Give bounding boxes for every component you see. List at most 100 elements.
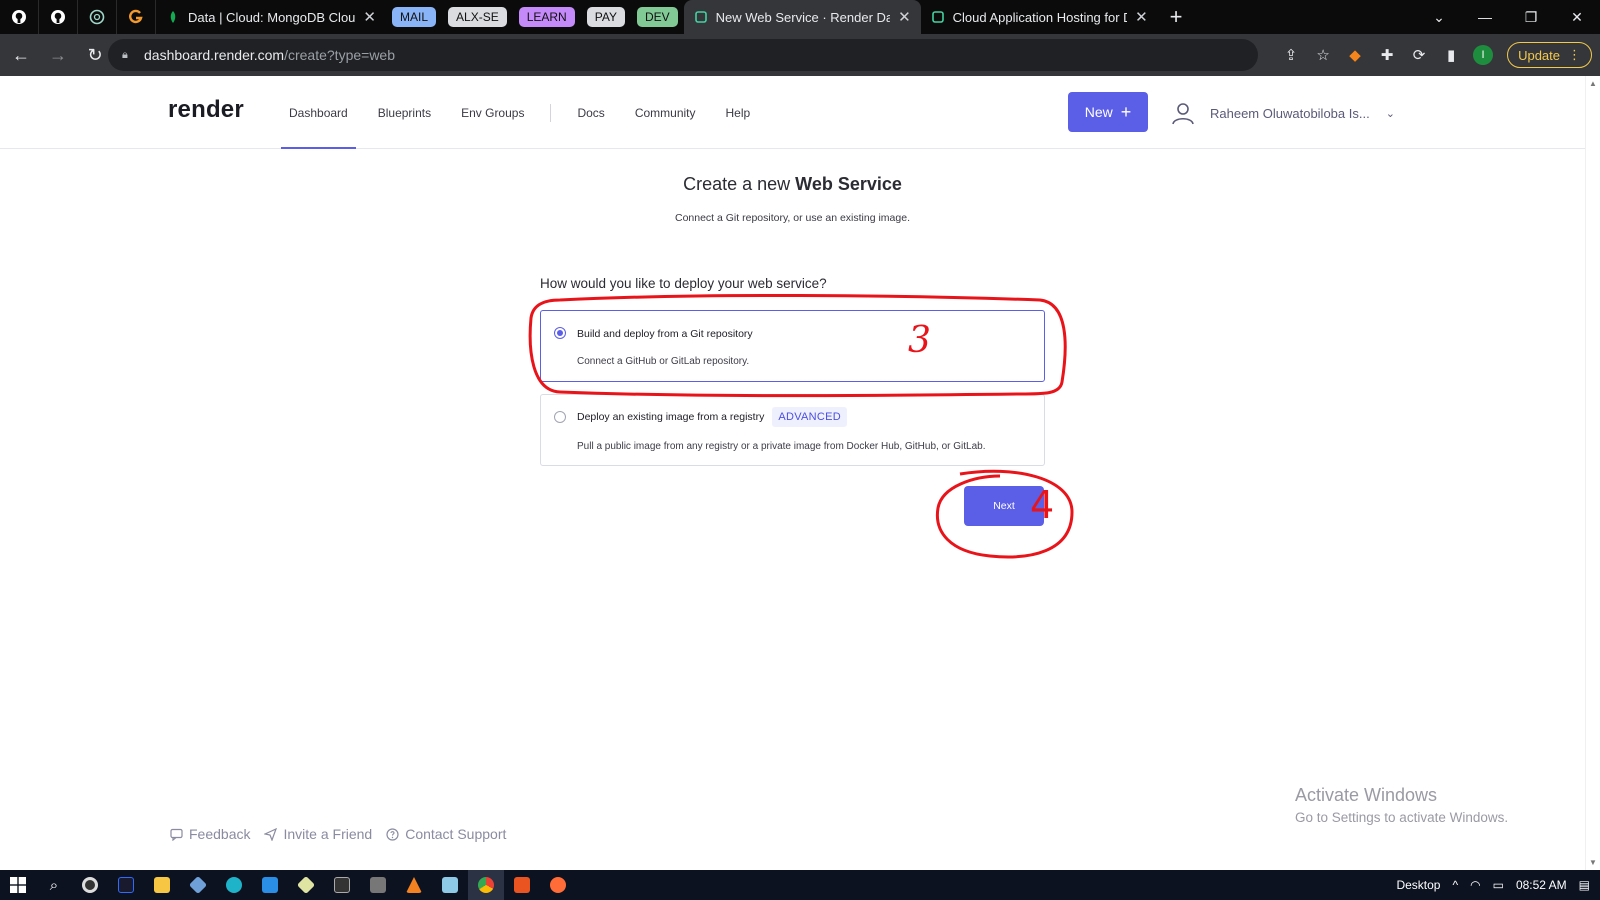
help-circle-icon (386, 827, 399, 841)
share-icon[interactable]: ⇪ (1275, 39, 1307, 71)
lock-icon: 🔒︎ (122, 48, 128, 61)
chrome-icon[interactable] (468, 870, 504, 900)
app-g-icon (129, 9, 143, 24)
tab-title: Data | Cloud: MongoDB Cloud (188, 9, 356, 25)
wifi-icon[interactable]: ◠ (1470, 878, 1480, 892)
nav-dashboard[interactable]: Dashboard (281, 76, 356, 149)
option-description: Pull a public image from any registry or… (577, 441, 986, 452)
windows-activation-watermark: Activate Windows Go to Settings to activ… (1295, 785, 1508, 825)
forward-icon[interactable]: → (42, 39, 74, 71)
option-existing-image[interactable]: Deploy an existing image from a registry… (540, 394, 1045, 466)
user-name: Raheem Oluwatobiloba Is... (1210, 105, 1370, 121)
close-tab-icon[interactable]: ✕ (1135, 8, 1148, 26)
page-title-bold: Web Service (795, 174, 902, 194)
scroll-up-icon[interactable]: ▲ (1589, 79, 1597, 88)
pinned-tab-github-2[interactable] (39, 0, 78, 34)
search-icon[interactable]: ⌕ (36, 870, 72, 900)
nav-blueprints[interactable]: Blueprints (374, 76, 435, 149)
user-menu[interactable]: Raheem Oluwatobiloba Is... ⌄ (1170, 98, 1395, 128)
pinned-tab-chatgpt[interactable] (78, 0, 117, 34)
notepad-icon[interactable] (432, 870, 468, 900)
git-icon[interactable] (288, 870, 324, 900)
edge-icon[interactable] (216, 870, 252, 900)
contact-support-link[interactable]: Contact Support (386, 826, 506, 842)
tab-render-new-web-service[interactable]: New Web Service · Render Dashb ✕ (683, 0, 921, 34)
profile-button[interactable]: I (1467, 39, 1499, 71)
render-favicon-icon (931, 11, 944, 23)
pinned-tab-app[interactable] (117, 0, 156, 34)
address-bar[interactable]: 🔒︎ dashboard.render.com/create?type=web (108, 39, 1258, 71)
start-button[interactable] (0, 870, 36, 900)
pinned-tab-github-1[interactable] (0, 0, 39, 34)
sync-icon[interactable]: ⟳ (1403, 39, 1435, 71)
tab-mongodb[interactable]: Data | Cloud: MongoDB Cloud ✕ (156, 0, 386, 34)
toolbar-actions: ⇪ ☆ ◆ ✚ ⟳ ▮ I Update ⋮ (1275, 39, 1592, 71)
nav-env-groups[interactable]: Env Groups (457, 76, 528, 149)
nav-community[interactable]: Community (631, 76, 700, 149)
feedback-link[interactable]: Feedback (170, 826, 250, 842)
terminal-icon[interactable] (324, 870, 360, 900)
tab-render-hosting[interactable]: Cloud Application Hosting for De ✕ (921, 0, 1158, 34)
invite-label: Invite a Friend (283, 826, 373, 842)
update-button[interactable]: Update ⋮ (1507, 42, 1592, 68)
chevron-up-icon[interactable]: ^ (1452, 878, 1458, 892)
intellij-icon[interactable] (108, 870, 144, 900)
minimize-icon[interactable]: — (1462, 9, 1508, 25)
option-title: Build and deploy from a Git repository (577, 328, 753, 340)
next-button[interactable]: Next (964, 486, 1044, 526)
page-title-prefix: Create a new (683, 174, 791, 194)
extensions-icon[interactable]: ✚ (1371, 39, 1403, 71)
invite-friend-link[interactable]: Invite a Friend (264, 826, 372, 842)
radio-git-repository[interactable] (554, 327, 566, 339)
battery-icon[interactable]: ▭ (1493, 878, 1504, 892)
close-window-icon[interactable]: ✕ (1554, 9, 1600, 26)
notifications-icon[interactable]: ▤ (1579, 878, 1590, 892)
browser-toolbar: ← → ↻ 🔒︎ dashboard.render.com/create?typ… (0, 34, 1600, 76)
render-logo[interactable]: render (168, 96, 244, 124)
vscode-icon[interactable] (252, 870, 288, 900)
calculator-icon[interactable] (360, 870, 396, 900)
side-panel-icon[interactable]: ▮ (1435, 39, 1467, 71)
desktop-toolbar-label[interactable]: Desktop (1396, 878, 1440, 892)
tab-group-mail[interactable]: MAIL (392, 7, 437, 27)
restore-icon[interactable]: ❐ (1508, 9, 1554, 26)
tab-group-learn[interactable]: LEARN (518, 7, 575, 27)
bookmark-star-icon[interactable]: ☆ (1307, 39, 1339, 71)
new-tab-icon[interactable]: + (1170, 4, 1183, 30)
tab-search-icon[interactable]: ⌄ (1416, 9, 1462, 26)
nav-docs[interactable]: Docs (573, 76, 608, 149)
option-title-row: Deploy an existing image from a registry… (577, 407, 848, 427)
back-icon[interactable]: ← (5, 39, 37, 71)
tab-group-alx-se[interactable]: ALX-SE (448, 7, 507, 27)
close-tab-icon[interactable]: ✕ (363, 8, 376, 26)
page-scrollbar[interactable]: ▲ ▼ (1585, 76, 1600, 870)
obs-icon[interactable] (72, 870, 108, 900)
virtualbox-icon[interactable] (180, 870, 216, 900)
profile-avatar: I (1473, 45, 1494, 65)
nav-help[interactable]: Help (722, 76, 755, 149)
vlc-icon[interactable] (396, 870, 432, 900)
feedback-label: Feedback (189, 826, 251, 842)
reload-icon[interactable]: ↻ (79, 39, 111, 71)
ubuntu-icon[interactable] (504, 870, 540, 900)
tab-group-dev[interactable]: DEV (636, 7, 678, 27)
option-git-repository[interactable]: Build and deploy from a Git repository C… (540, 310, 1045, 382)
close-tab-icon[interactable]: ✕ (898, 8, 911, 26)
postman-icon[interactable] (540, 870, 576, 900)
radio-existing-image[interactable] (554, 411, 566, 423)
tab-group-pay[interactable]: PAY (586, 7, 625, 27)
url-host: dashboard.render.com (144, 47, 285, 63)
new-button-label: New (1084, 104, 1113, 120)
support-label: Contact Support (405, 826, 507, 842)
window-controls: ⌄ — ❐ ✕ (1416, 0, 1600, 34)
scroll-down-icon[interactable]: ▼ (1589, 858, 1597, 867)
update-label: Update (1518, 47, 1560, 63)
page-title: Create a new Web Service (0, 174, 1585, 195)
clock[interactable]: 08:52 AM (1516, 878, 1567, 892)
tab-title: Cloud Application Hosting for De (952, 9, 1128, 25)
windows-logo-icon (10, 877, 26, 893)
file-explorer-icon[interactable] (144, 870, 180, 900)
tab-title: New Web Service · Render Dashb (715, 9, 891, 25)
new-button[interactable]: New + (1068, 92, 1148, 132)
metamask-icon[interactable]: ◆ (1339, 39, 1371, 71)
